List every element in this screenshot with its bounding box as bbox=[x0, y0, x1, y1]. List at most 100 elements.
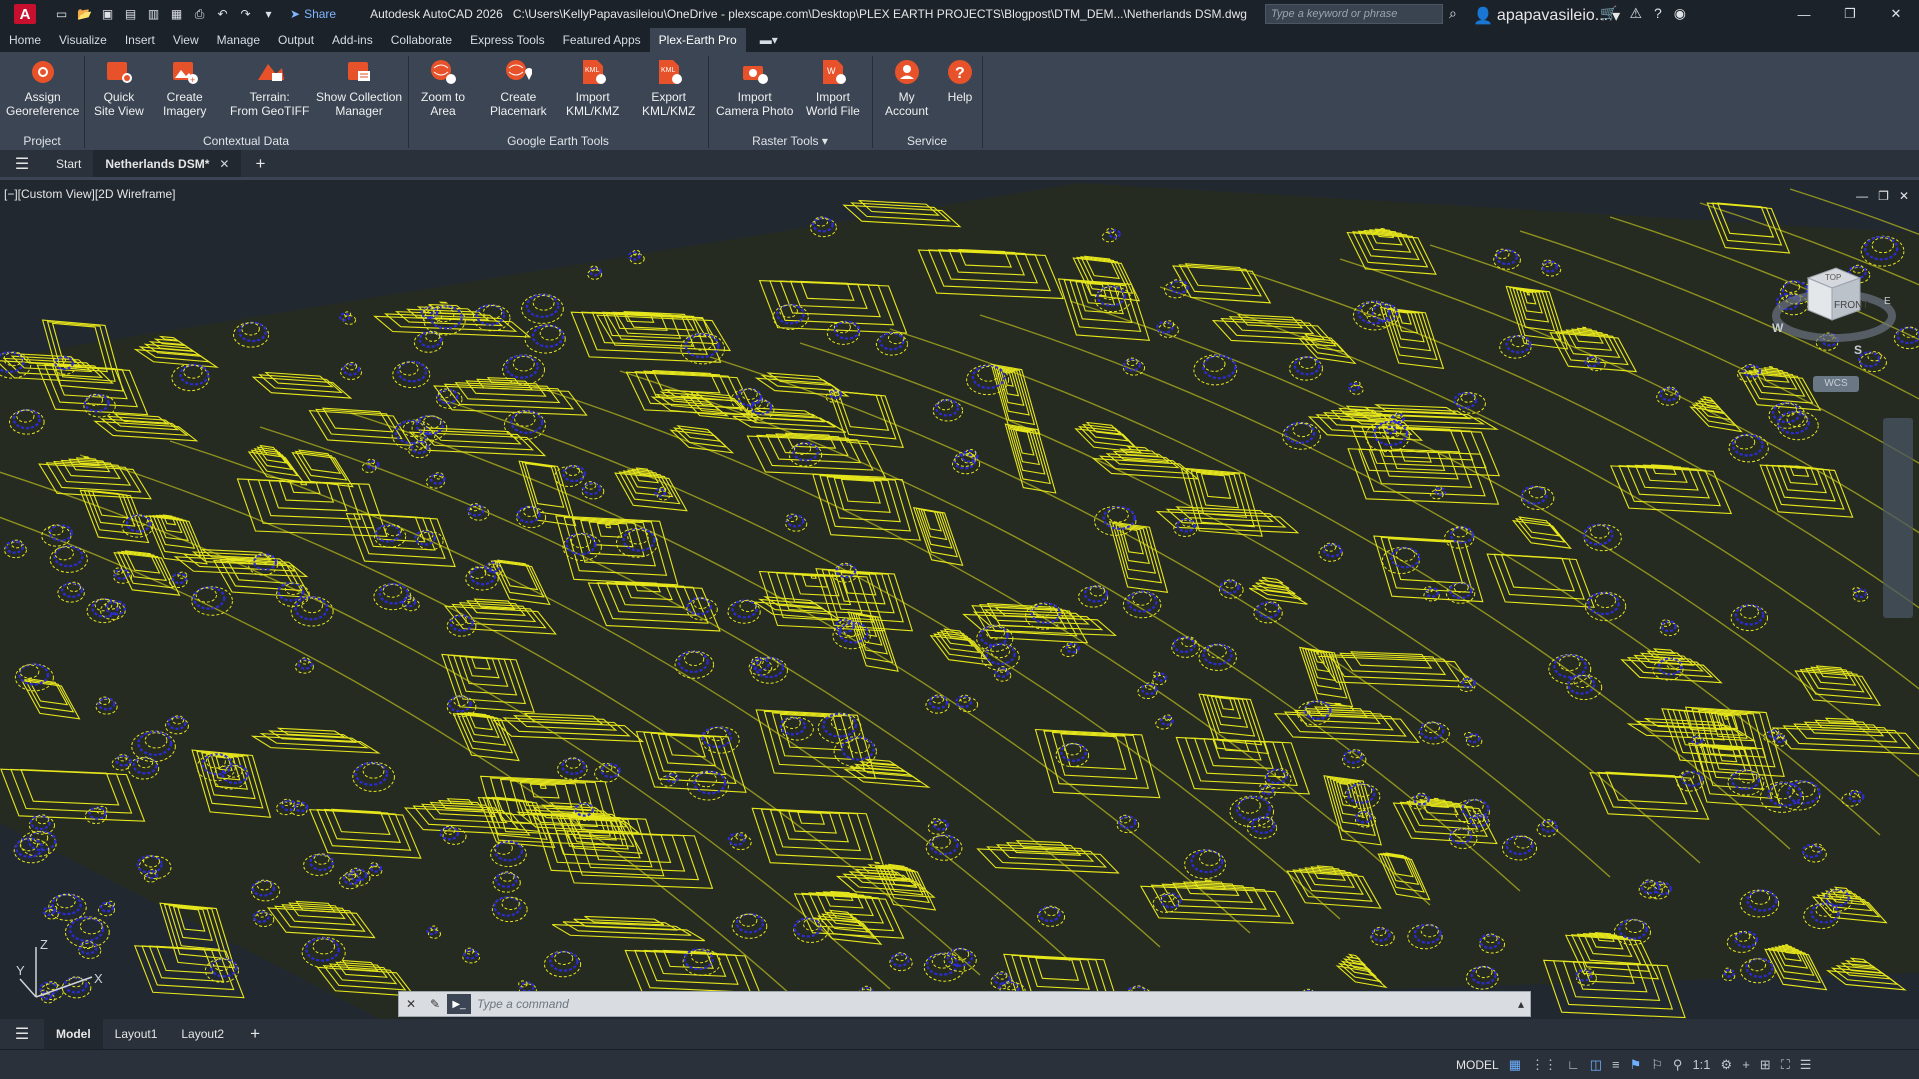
tab-visualize[interactable]: Visualize bbox=[50, 28, 116, 52]
export-kml-kmz-button[interactable]: KML Export KML/KMZ bbox=[642, 57, 695, 118]
auto-scale-icon[interactable]: ⚐ bbox=[1651, 1057, 1663, 1073]
save-as-icon[interactable]: ▤ bbox=[123, 7, 138, 22]
zoom-to-area-button[interactable]: Zoom to Area bbox=[421, 57, 465, 118]
my-account-button[interactable]: My Account bbox=[885, 57, 928, 118]
minimize-icon[interactable]: — bbox=[1781, 0, 1827, 28]
georeference-icon bbox=[29, 57, 57, 87]
tab-start[interactable]: Start bbox=[44, 150, 93, 177]
tab-model[interactable]: Model bbox=[44, 1019, 103, 1049]
viewport-close-icon[interactable]: ✕ bbox=[1899, 189, 1909, 203]
help-button[interactable]: ? Help bbox=[946, 57, 974, 104]
customize-menu-icon[interactable]: ☰ bbox=[1800, 1057, 1812, 1073]
tab-home[interactable]: Home bbox=[0, 28, 50, 52]
new-file-icon[interactable]: ▭ bbox=[54, 7, 69, 22]
close-icon[interactable]: ✕ bbox=[1873, 0, 1919, 28]
feedback-icon[interactable]: ◉ bbox=[1674, 5, 1686, 22]
restore-icon[interactable]: ❐ bbox=[1827, 0, 1873, 28]
help-icon[interactable]: ? bbox=[1654, 5, 1662, 22]
viewcube[interactable]: TOP FRONT W S E bbox=[1770, 248, 1900, 378]
print-icon[interactable]: ⎙ bbox=[192, 7, 207, 22]
lineweight-icon[interactable]: ≡ bbox=[1612, 1057, 1620, 1073]
ribbon-display-toggle-icon[interactable]: ▬▾ bbox=[760, 33, 778, 47]
viewport-restore-icon[interactable]: ❐ bbox=[1878, 189, 1889, 203]
import-kml-kmz-button[interactable]: KML Import KML/KMZ bbox=[566, 57, 619, 118]
tab-plex-earth-pro[interactable]: Plex-Earth Pro bbox=[649, 28, 746, 52]
terrain-from-geotiff-button[interactable]: Terrain: From GeoTIFF bbox=[230, 57, 309, 118]
close-tab-icon[interactable]: ✕ bbox=[219, 157, 229, 171]
cart-icon[interactable]: 🛒 bbox=[1600, 5, 1617, 22]
annotation-scale-value[interactable]: 1:1 bbox=[1692, 1057, 1710, 1073]
open-file-icon[interactable]: 📂 bbox=[77, 7, 92, 22]
layout-tabs-menu-icon[interactable]: ☰ bbox=[0, 1024, 44, 1044]
navigation-bar[interactable] bbox=[1883, 418, 1913, 618]
create-imagery-button[interactable]: + Create Imagery bbox=[163, 57, 206, 118]
new-tab-icon[interactable]: + bbox=[255, 154, 265, 174]
help-question-icon: ? bbox=[946, 57, 974, 87]
redo-icon[interactable]: ↷ bbox=[238, 7, 253, 22]
button-label: Show Collection bbox=[316, 90, 403, 104]
tab-express-tools[interactable]: Express Tools bbox=[461, 28, 553, 52]
snap-icon[interactable]: ⋮⋮ bbox=[1531, 1057, 1557, 1073]
undo-icon[interactable]: ↶ bbox=[215, 7, 230, 22]
share-button[interactable]: ➤ Share bbox=[290, 7, 336, 21]
command-history-icon[interactable]: ▴ bbox=[1518, 997, 1524, 1011]
tab-add-ins[interactable]: Add-ins bbox=[323, 28, 382, 52]
user-account[interactable]: 👤 apapavasileio... ▾ bbox=[1473, 6, 1620, 26]
help-search-input[interactable]: Type a keyword or phrase bbox=[1265, 4, 1443, 24]
tab-netherlands-dsm[interactable]: Netherlands DSM* ✕ bbox=[93, 150, 242, 177]
button-label: KML/KMZ bbox=[566, 104, 620, 118]
fullscreen-icon[interactable]: ⛶ bbox=[1781, 1057, 1790, 1073]
annotation-visibility-icon[interactable]: ⚑ bbox=[1630, 1057, 1642, 1073]
plot-icon[interactable]: ▦ bbox=[169, 7, 184, 22]
qat-dropdown-icon[interactable]: ▾ bbox=[261, 7, 276, 22]
assign-georeference-button[interactable]: Assign Georeference bbox=[6, 57, 79, 118]
button-label: Assign bbox=[24, 90, 61, 104]
import-camera-photo-button[interactable]: Import Camera Photo bbox=[716, 57, 793, 118]
tab-collaborate[interactable]: Collaborate bbox=[382, 28, 461, 52]
autodesk-app-store-icon[interactable]: ⚠ bbox=[1629, 5, 1642, 22]
title-icons: 🛒 ⚠ ? ◉ bbox=[1600, 5, 1686, 22]
quick-site-view-button[interactable]: Quick Site View bbox=[94, 57, 144, 118]
add-icon[interactable]: + bbox=[1742, 1057, 1750, 1073]
tab-layout1[interactable]: Layout1 bbox=[103, 1019, 170, 1049]
tab-view[interactable]: View bbox=[164, 28, 208, 52]
viewport-controls-label[interactable]: [−][Custom View][2D Wireframe] bbox=[4, 187, 176, 201]
command-close-icon[interactable]: ✕ bbox=[399, 997, 423, 1011]
viewport-minimize-icon[interactable]: — bbox=[1856, 189, 1868, 203]
tab-insert[interactable]: Insert bbox=[116, 28, 164, 52]
username: apapavasileio... bbox=[1496, 7, 1609, 24]
tab-output[interactable]: Output bbox=[269, 28, 323, 52]
panel-label-raster-tools[interactable]: Raster Tools ▾ bbox=[708, 134, 872, 148]
command-prompt-icon[interactable]: ▶_ bbox=[447, 994, 471, 1014]
compass-west[interactable]: W bbox=[1772, 321, 1784, 335]
viewcube-front-label[interactable]: FRONT bbox=[1834, 300, 1868, 311]
tab-layout2[interactable]: Layout2 bbox=[169, 1019, 236, 1049]
drawing-viewport[interactable]: [−][Custom View][2D Wireframe] — ❐ ✕ TOP… bbox=[0, 183, 1919, 1019]
ortho-icon[interactable]: ∟ bbox=[1567, 1057, 1580, 1073]
publish-icon[interactable]: ▥ bbox=[146, 7, 161, 22]
command-customize-icon[interactable]: ✎ bbox=[423, 997, 447, 1011]
compass-south[interactable]: S bbox=[1854, 343, 1862, 357]
viewcube-top-label[interactable]: TOP bbox=[1825, 273, 1841, 282]
create-placemark-button[interactable]: Create Placemark bbox=[490, 57, 547, 118]
new-layout-icon[interactable]: + bbox=[250, 1024, 260, 1044]
autocad-logo-icon[interactable]: A bbox=[14, 4, 36, 24]
model-space-toggle[interactable]: MODEL bbox=[1456, 1058, 1499, 1072]
search-icon[interactable]: ⌕ bbox=[1449, 5, 1467, 23]
polar-tracking-icon[interactable]: ◫ bbox=[1590, 1057, 1602, 1073]
wcs-menu[interactable]: WCS bbox=[1813, 376, 1859, 392]
units-icon[interactable]: ⊞ bbox=[1760, 1057, 1771, 1073]
annotation-scale-icon[interactable]: ⚲ bbox=[1673, 1057, 1683, 1073]
command-input[interactable]: Type a command bbox=[477, 997, 569, 1011]
import-world-file-button[interactable]: W Import World File bbox=[806, 57, 860, 118]
file-tabs-menu-icon[interactable]: ☰ bbox=[0, 154, 44, 174]
tab-featured-apps[interactable]: Featured Apps bbox=[554, 28, 650, 52]
compass-east[interactable]: E bbox=[1884, 296, 1891, 307]
tab-manage[interactable]: Manage bbox=[208, 28, 269, 52]
button-label: Imagery bbox=[163, 104, 207, 118]
show-collection-manager-button[interactable]: Show Collection Manager bbox=[316, 57, 402, 118]
workspace-gear-icon[interactable]: ⚙ bbox=[1721, 1057, 1733, 1073]
grid-icon[interactable]: ▦ bbox=[1509, 1057, 1521, 1073]
save-icon[interactable]: ▣ bbox=[100, 7, 115, 22]
button-label: Create bbox=[500, 90, 537, 104]
